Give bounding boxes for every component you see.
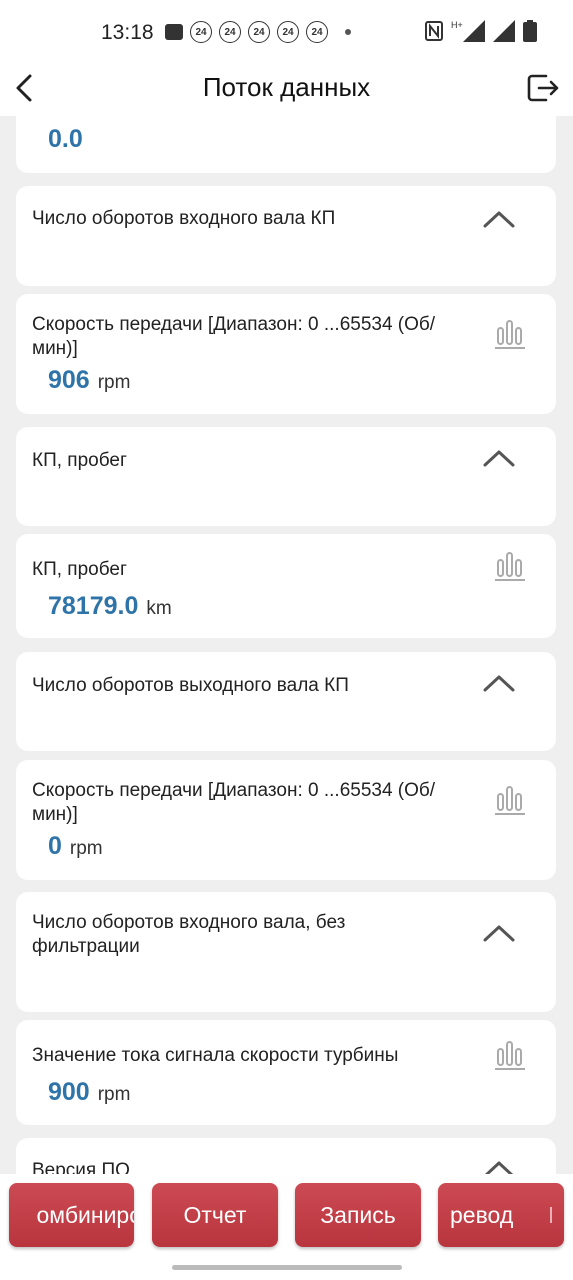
param-unit: rpm — [69, 838, 103, 859]
param-value: 0.0 — [48, 125, 83, 153]
param-label: КП, пробег — [32, 559, 127, 580]
notification-badge-icon: 24 — [306, 21, 328, 43]
report-button[interactable]: Отчет — [152, 1183, 278, 1247]
chevron-up-icon[interactable] — [482, 1158, 516, 1174]
group-title: Версия ПО — [32, 1160, 130, 1174]
param-value: 78179.0 — [48, 592, 139, 620]
chevron-up-icon[interactable] — [482, 447, 516, 469]
group-header-card[interactable]: Число оборотов входного вала, без фильтр… — [16, 892, 556, 1012]
param-value-row: 0 rpm — [48, 832, 103, 861]
param-unit: rpm — [97, 372, 131, 393]
data-stream-list[interactable]: 0.0 Число оборотов входного вала КП Скор… — [0, 116, 573, 1174]
param-label: Значение тока сигнала скорости турбины — [32, 1045, 399, 1066]
group-header-card[interactable]: Число оборотов входного вала КП — [16, 186, 556, 286]
param-card: Скорость передачи [Диапазон: 0 ...65534 … — [16, 760, 556, 880]
group-title: Число оборотов входного вала КП — [32, 208, 336, 229]
app-header: Поток данных — [0, 62, 573, 116]
param-value-row: 78179.0 km — [48, 592, 172, 621]
group-header-card[interactable]: Версия ПО — [16, 1138, 556, 1174]
bar-chart-icon[interactable] — [494, 784, 526, 816]
nfc-icon — [425, 21, 443, 41]
bottom-action-bar: омбиниро Отчет Запись ревод — [0, 1174, 573, 1280]
bar-chart-icon[interactable] — [494, 1039, 526, 1071]
chevron-up-icon[interactable] — [482, 208, 516, 230]
group-title: Число оборотов выходного вала КП — [32, 675, 349, 696]
notification-icons: 24 24 24 24 24 — [165, 21, 351, 43]
group-title: Число оборотов входного вала, без фильтр… — [32, 912, 346, 957]
translate-button[interactable]: ревод — [438, 1183, 564, 1247]
status-bar: 13:18 24 24 24 24 24 H+ — [0, 0, 573, 62]
report-button-label: Отчет — [183, 1201, 247, 1228]
param-label: Скорость передачи [Диапазон: 0 ...65534 … — [32, 780, 436, 825]
translate-button-label: ревод — [450, 1201, 514, 1228]
param-value-row: 900 rpm — [48, 1078, 130, 1107]
scroll-hint-bar — [550, 1207, 552, 1223]
system-icons: H+ — [425, 20, 537, 42]
record-button-label: Запись — [320, 1201, 396, 1228]
message-icon — [165, 24, 183, 40]
chevron-up-icon[interactable] — [482, 922, 516, 944]
notification-badge-icon: 24 — [190, 21, 212, 43]
battery-icon — [523, 20, 537, 42]
param-value-row: 906 rpm — [48, 366, 130, 395]
param-label: Скорость передачи [Диапазон: 0 ...65534 … — [32, 314, 436, 359]
param-card: Скорость передачи [Диапазон: 0 ...65534 … — [16, 294, 556, 414]
bar-chart-icon[interactable] — [494, 550, 526, 582]
notification-badge-icon: 24 — [277, 21, 299, 43]
group-header-card[interactable]: Число оборотов выходного вала КП — [16, 652, 556, 751]
page-title: Поток данных — [202, 72, 371, 102]
param-unit: km — [146, 598, 172, 619]
param-card: КП, пробег 78179.0 km — [16, 534, 556, 638]
exit-icon[interactable] — [526, 71, 560, 105]
group-header-card[interactable]: КП, пробег — [16, 427, 556, 526]
status-time: 13:18 — [101, 21, 154, 44]
combine-button-label: омбиниро — [36, 1201, 135, 1228]
combine-button[interactable]: омбиниро — [9, 1183, 134, 1247]
signal-hplus-icon: H+ — [451, 20, 485, 42]
param-value: 0 — [48, 832, 62, 860]
group-title: КП, пробег — [32, 450, 127, 471]
more-notifications-dot-icon — [345, 29, 351, 35]
param-value: 900 — [48, 1078, 90, 1106]
param-unit: rpm — [97, 1084, 131, 1105]
bar-chart-icon[interactable] — [494, 318, 526, 350]
notification-badge-icon: 24 — [219, 21, 241, 43]
signal-icon — [493, 20, 515, 42]
notification-badge-icon: 24 — [248, 21, 270, 43]
param-card: Значение тока сигнала скорости турбины 9… — [16, 1020, 556, 1125]
record-button[interactable]: Запись — [295, 1183, 421, 1247]
network-type-label: H+ — [451, 20, 463, 30]
home-indicator[interactable] — [172, 1265, 402, 1270]
param-value: 906 — [48, 366, 90, 394]
chevron-up-icon[interactable] — [482, 672, 516, 694]
value-card: 0.0 — [16, 116, 556, 173]
